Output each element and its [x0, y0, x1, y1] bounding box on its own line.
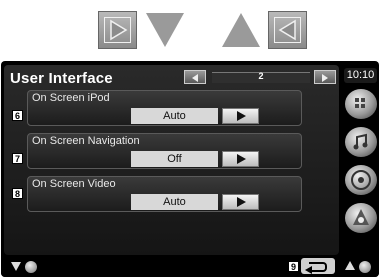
setting-label: On Screen iPod [32, 92, 110, 104]
setting-on-screen-video: On Screen Video Auto [27, 176, 302, 212]
setting-on-screen-navigation: On Screen Navigation Off [27, 133, 302, 169]
next-page-icon [98, 11, 137, 49]
return-button[interactable] [301, 258, 335, 274]
media-icon[interactable] [345, 127, 377, 157]
page-prev-button[interactable] [184, 70, 206, 84]
page-number: 2 [258, 71, 264, 81]
setting-next-button[interactable] [222, 151, 259, 167]
dot-icon [25, 261, 37, 273]
setting-label: On Screen Video [32, 178, 116, 190]
setting-label: On Screen Navigation [32, 135, 140, 147]
scroll-down-button[interactable] [11, 259, 41, 273]
setting-value: Auto [131, 194, 218, 210]
disc-icon[interactable] [345, 165, 377, 195]
setting-value: Off [131, 151, 218, 167]
settings-icon[interactable] [345, 203, 377, 233]
previous-page-icon [268, 11, 307, 49]
clock: 10:10 [344, 68, 377, 83]
menu-grid-icon[interactable] [345, 89, 377, 119]
setting-on-screen-ipod: On Screen iPod Auto [27, 90, 302, 126]
scroll-up-button[interactable] [342, 259, 376, 273]
setting-value: Auto [131, 108, 218, 124]
page-next-button[interactable] [314, 70, 336, 84]
callout-badge: 9 [288, 261, 299, 272]
page-scroller: 2 [184, 70, 339, 84]
triangle-down-icon [146, 13, 184, 47]
triangle-up-icon [345, 261, 355, 270]
page-indicator: 2 [212, 71, 310, 83]
triangle-up-icon [222, 13, 260, 47]
callout-badge: 7 [12, 153, 23, 164]
page-title: User Interface [10, 70, 113, 87]
triangle-down-icon [11, 262, 21, 271]
settings-panel: User Interface 2 On Screen iPod Auto 6 O… [4, 65, 339, 255]
dot-icon [359, 261, 371, 273]
callout-badge: 8 [12, 188, 23, 199]
setting-next-button[interactable] [222, 108, 259, 124]
device-screen: User Interface 2 On Screen iPod Auto 6 O… [1, 61, 379, 277]
callout-badge: 6 [12, 110, 23, 121]
setting-next-button[interactable] [222, 194, 259, 210]
bottom-bar: 9 [1, 257, 379, 277]
